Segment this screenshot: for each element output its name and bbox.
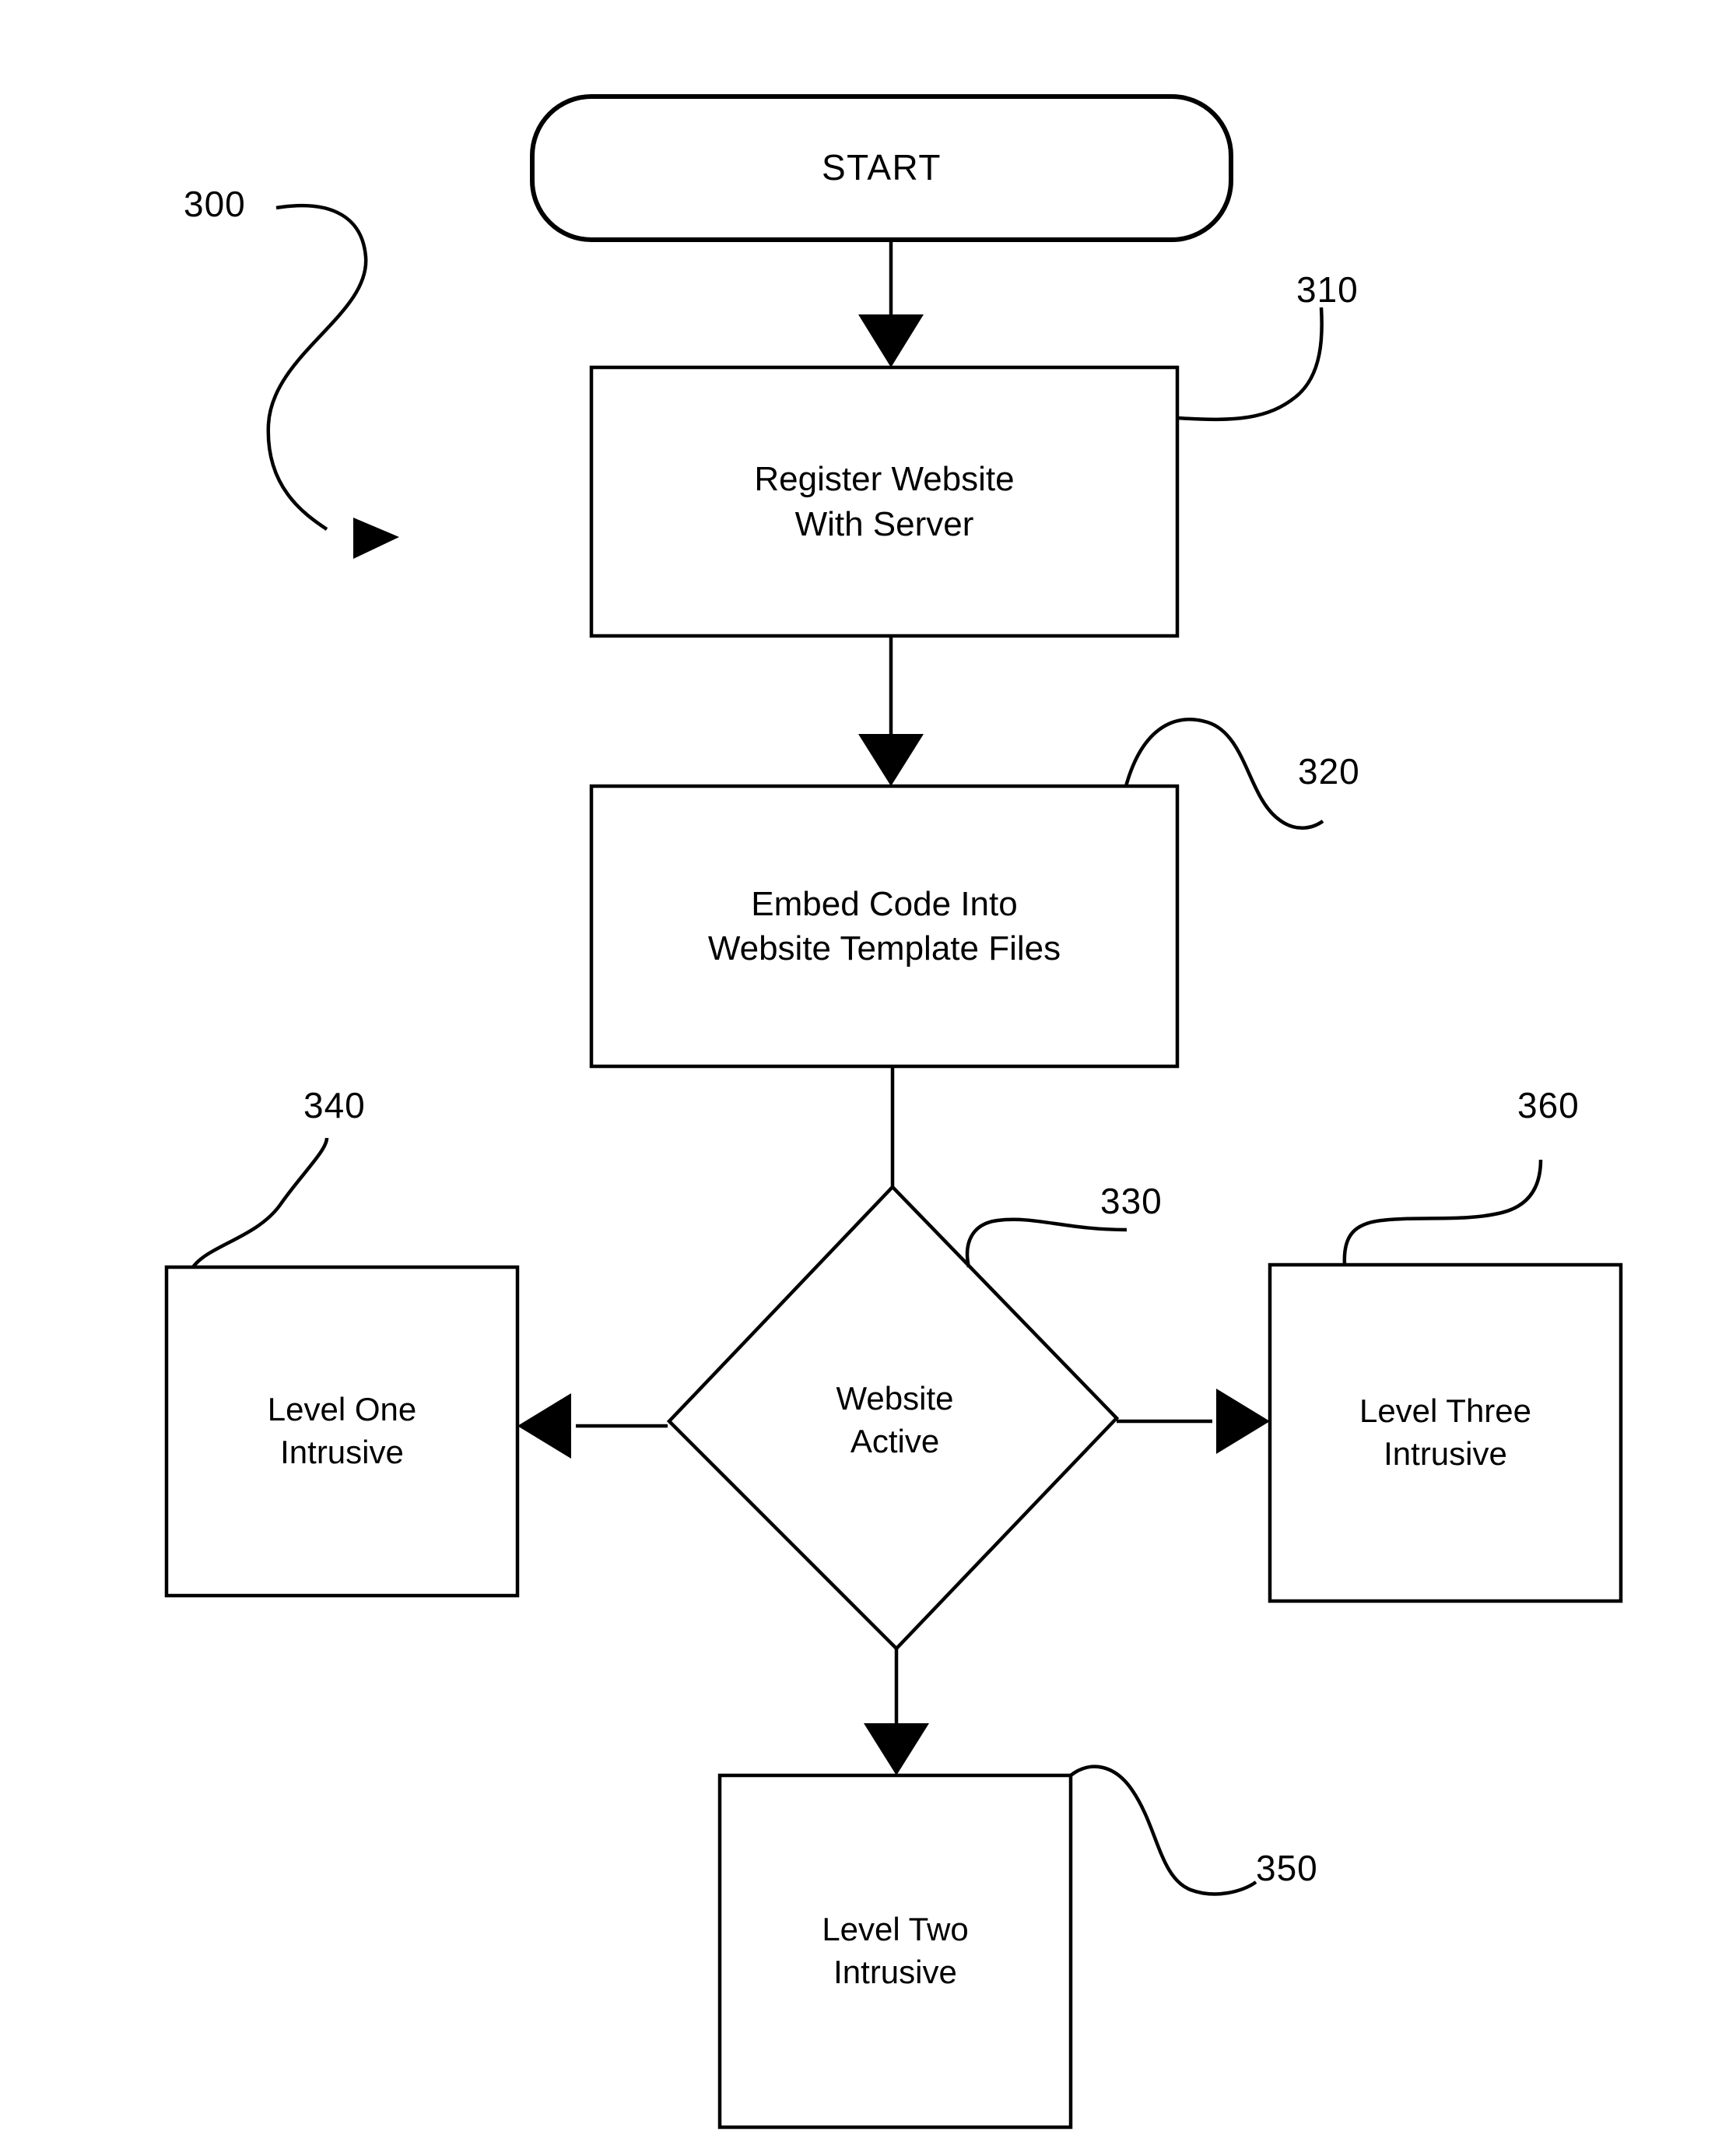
reference-numeral-320: 320 xyxy=(1298,751,1360,792)
leader-line-340 xyxy=(191,1137,329,1269)
patent-figure: START Register Website With Server Embed… xyxy=(0,0,1722,2156)
node-shape-level-three xyxy=(1268,1262,1623,1603)
leader-line-330 xyxy=(965,1217,1128,1268)
arrowhead-register-to-embed xyxy=(858,734,924,786)
leader-arrowhead-300 xyxy=(353,518,399,559)
node-shape-level-one xyxy=(164,1265,520,1598)
arrowhead-decision-to-level-one xyxy=(517,1393,571,1459)
node-shape-start xyxy=(530,94,1233,242)
leader-line-310 xyxy=(1177,307,1324,422)
leader-line-300 xyxy=(266,203,368,531)
node-shape-level-two xyxy=(717,1773,1073,2130)
arrowhead-start-to-register xyxy=(858,314,924,367)
flowchart-canvas xyxy=(164,94,1623,2130)
leader-line-350 xyxy=(1069,1764,1257,1896)
node-shape-embed xyxy=(589,784,1180,1069)
arrowhead-decision-to-level-two xyxy=(864,1723,929,1775)
leader-line-360 xyxy=(1342,1159,1543,1266)
reference-numeral-310: 310 xyxy=(1296,269,1359,310)
reference-numeral-350: 350 xyxy=(1256,1848,1318,1888)
reference-numeral-340: 340 xyxy=(303,1085,366,1125)
arrowhead-decision-to-level-three xyxy=(1216,1389,1270,1454)
reference-numeral-360: 360 xyxy=(1517,1085,1580,1125)
reference-numeral-330: 330 xyxy=(1100,1181,1163,1221)
reference-numeral-300: 300 xyxy=(184,184,246,224)
node-shape-register xyxy=(589,365,1180,638)
node-shape-decision xyxy=(666,1184,1120,1652)
